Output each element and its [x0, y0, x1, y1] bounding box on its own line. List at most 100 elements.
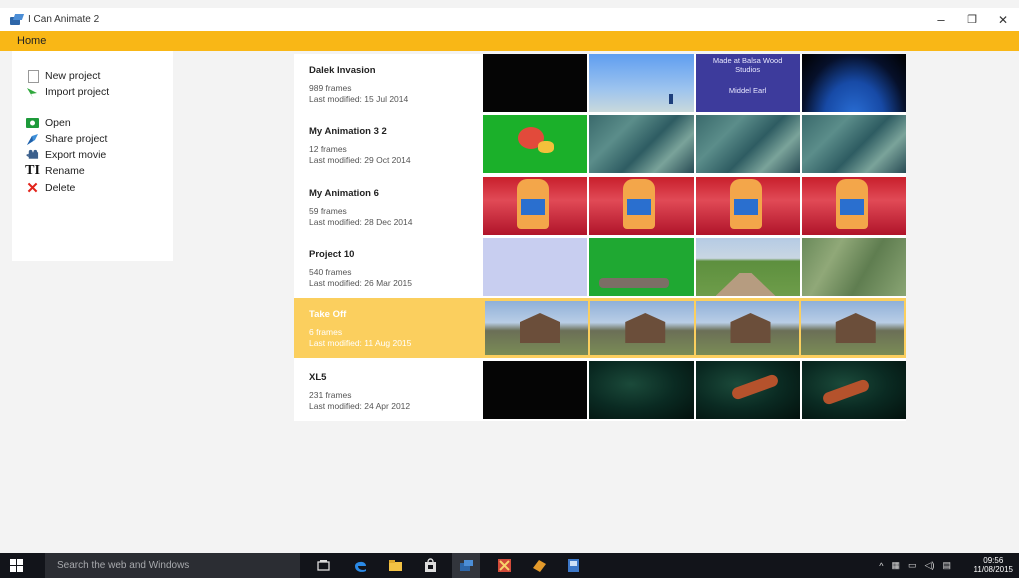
frame-thumbnail: [483, 361, 588, 419]
project-modified: Last modified: 15 Jul 2014: [309, 94, 409, 104]
rename-button[interactable]: TI Rename: [25, 163, 85, 178]
frame-thumbnail: [589, 361, 694, 419]
frame-thumbnail: Made at Balsa Wood Studios Middel Earl: [695, 54, 800, 112]
project-row-project-10[interactable]: Project 10 540 frames Last modified: 26 …: [294, 238, 906, 296]
network-icon[interactable]: ▦: [892, 560, 901, 571]
project-frames: 59 frames: [309, 206, 347, 216]
frame-thumbnail: [801, 54, 906, 112]
project-name: My Animation 3 2: [309, 126, 387, 137]
minimize-button[interactable]: –: [924, 8, 958, 31]
frame-thumbnail: [801, 115, 906, 173]
project-modified: Last modified: 24 Apr 2012: [309, 401, 411, 411]
frame-thumbnail: [590, 301, 694, 355]
project-frames: 540 frames: [309, 267, 352, 277]
thumbnail-strip: [483, 238, 906, 296]
share-project-label: Share project: [45, 133, 108, 145]
taskbar-clock[interactable]: 09:56 11/08/2015: [974, 556, 1013, 574]
app-icon: [10, 13, 25, 26]
import-project-button[interactable]: Import project: [26, 85, 109, 99]
frame-thumbnail: [801, 238, 906, 296]
project-modified: Last modified: 29 Oct 2014: [309, 155, 411, 165]
project-frames: 231 frames: [309, 390, 352, 400]
rename-label: Rename: [45, 165, 85, 177]
project-frames: 6 frames: [309, 327, 343, 337]
export-movie-label: Export movie: [45, 149, 107, 161]
project-row-take-off[interactable]: Take Off 6 frames Last modified: 11 Aug …: [294, 298, 906, 358]
file-explorer-icon[interactable]: [388, 558, 403, 573]
taskbar: Search the web and Windows ^ ▦ ▭ ◁) ▤ 09…: [0, 553, 1019, 578]
thumbnail-strip: [483, 115, 906, 173]
frame-thumbnail: [589, 177, 694, 235]
frame-thumbnail: [485, 301, 589, 355]
project-row-dalek-invasion[interactable]: Dalek Invasion 989 frames Last modified:…: [294, 54, 906, 112]
chevron-up-icon[interactable]: ^: [879, 561, 883, 571]
project-modified: Last modified: 11 Aug 2015: [309, 338, 412, 348]
export-movie-button[interactable]: Export movie: [26, 148, 106, 162]
thumb-title-line: Studios: [735, 65, 761, 74]
task-view-icon[interactable]: [316, 558, 331, 573]
project-row-my-animation-3-2[interactable]: My Animation 3 2 12 frames Last modified…: [294, 115, 906, 173]
thumbnail-strip: [483, 361, 906, 419]
clock-time: 09:56: [983, 556, 1004, 565]
project-name: XL5: [309, 372, 327, 383]
open-button[interactable]: Open: [26, 116, 71, 130]
edge-browser-icon[interactable]: [353, 558, 368, 573]
frame-thumbnail: [483, 238, 588, 296]
thumbnail-strip: [483, 177, 906, 235]
frame-thumbnail: [483, 115, 588, 173]
frame-thumbnail: [589, 115, 694, 173]
store-icon[interactable]: [423, 558, 438, 573]
frame-thumbnail: [483, 177, 588, 235]
delete-icon: ✕: [26, 180, 39, 197]
import-icon: [26, 86, 39, 99]
frame-thumbnail: [800, 301, 904, 355]
battery-icon[interactable]: ▭: [908, 560, 917, 571]
open-icon: [26, 117, 39, 130]
clock-date: 11/08/2015: [973, 565, 1013, 574]
title-bar: I Can Animate 2 – ❐ ✕: [0, 8, 1019, 31]
frame-thumbnail: [695, 301, 799, 355]
project-name: My Animation 6: [309, 188, 379, 199]
project-row-xl5[interactable]: XL5 231 frames Last modified: 24 Apr 201…: [294, 361, 906, 419]
frame-thumbnail: [801, 177, 906, 235]
thumb-title-line: Middel Earl: [728, 86, 767, 95]
tab-home[interactable]: Home: [17, 35, 46, 47]
window-title: I Can Animate 2: [28, 14, 100, 25]
frame-thumbnail: [695, 238, 800, 296]
windows-start-icon[interactable]: [10, 559, 24, 572]
thumb-title-line: Made at Balsa Wood: [712, 56, 783, 65]
project-name: Dalek Invasion: [309, 65, 376, 76]
export-movie-icon: [26, 149, 39, 162]
restore-button[interactable]: ❐: [955, 8, 989, 31]
app-icon-red[interactable]: [497, 558, 512, 573]
app-icon-orange[interactable]: [532, 558, 547, 573]
share-project-button[interactable]: Share project: [26, 132, 107, 146]
frame-thumbnail: [695, 361, 800, 419]
open-label: Open: [45, 117, 71, 129]
thumbnail-strip: Made at Balsa Wood Studios Middel Earl: [483, 54, 906, 112]
volume-icon[interactable]: ◁): [925, 560, 935, 571]
delete-button[interactable]: ✕ Delete: [26, 180, 76, 197]
project-list: Dalek Invasion 989 frames Last modified:…: [294, 54, 906, 421]
project-frames: 989 frames: [309, 83, 352, 93]
new-project-button[interactable]: New project: [28, 69, 100, 83]
project-row-my-animation-6[interactable]: My Animation 6 59 frames Last modified: …: [294, 177, 906, 235]
notification-icon[interactable]: ▤: [942, 560, 951, 571]
new-project-icon: [28, 69, 39, 83]
project-modified: Last modified: 28 Dec 2014: [309, 217, 413, 227]
action-panel: New project Import project Open Share pr…: [12, 51, 173, 261]
project-frames: 12 frames: [309, 144, 347, 154]
frame-thumbnail: [695, 115, 800, 173]
frame-thumbnail: [483, 54, 588, 112]
frame-thumbnail: [801, 361, 906, 419]
rename-icon: TI: [25, 163, 40, 178]
close-button[interactable]: ✕: [986, 8, 1019, 31]
project-name: Take Off: [309, 309, 347, 320]
ribbon: Home: [0, 31, 1019, 51]
app-icon-blue[interactable]: [566, 558, 581, 573]
delete-label: Delete: [45, 182, 76, 194]
project-modified: Last modified: 26 Mar 2015: [309, 278, 413, 288]
taskbar-search-input[interactable]: Search the web and Windows: [45, 553, 300, 578]
i-can-animate-icon[interactable]: [459, 558, 474, 573]
frame-thumbnail: [589, 54, 694, 112]
